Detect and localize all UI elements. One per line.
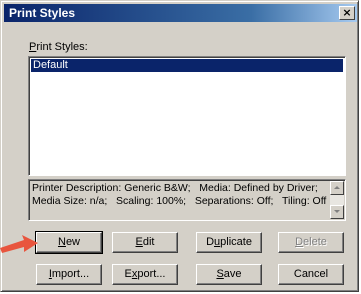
scroll-up-icon <box>334 186 340 189</box>
close-button[interactable]: × <box>339 6 355 20</box>
duplicate-button[interactable]: Duplicate <box>196 232 262 253</box>
print-styles-list[interactable]: Default <box>28 56 346 176</box>
delete-button[interactable]: Delete <box>278 232 344 253</box>
save-button[interactable]: Save <box>196 264 262 285</box>
printer-description-box: Printer Description: Generic B&W; Media:… <box>28 179 346 221</box>
scroll-up-button[interactable] <box>330 181 344 195</box>
window-title: Print Styles <box>9 6 76 20</box>
print-styles-dialog: Print Styles × Print Styles: Default Pri… <box>0 0 359 292</box>
arrow-right-icon <box>0 235 38 253</box>
description-scrollbar[interactable] <box>330 181 344 219</box>
edit-button[interactable]: Edit <box>112 232 178 253</box>
print-styles-label: Print Styles: <box>29 41 88 53</box>
new-button[interactable]: New <box>35 231 103 254</box>
printer-description-text: Printer Description: Generic B&W; Media:… <box>32 182 327 207</box>
import-button[interactable]: Import... <box>36 264 102 285</box>
title-bar[interactable]: Print Styles × <box>4 4 357 22</box>
cancel-button[interactable]: Cancel <box>278 264 344 285</box>
close-icon: × <box>342 6 352 19</box>
scroll-down-button[interactable] <box>330 205 344 219</box>
list-item-default[interactable]: Default <box>31 59 343 72</box>
scroll-down-icon <box>334 210 340 213</box>
export-button[interactable]: Export... <box>112 264 178 285</box>
